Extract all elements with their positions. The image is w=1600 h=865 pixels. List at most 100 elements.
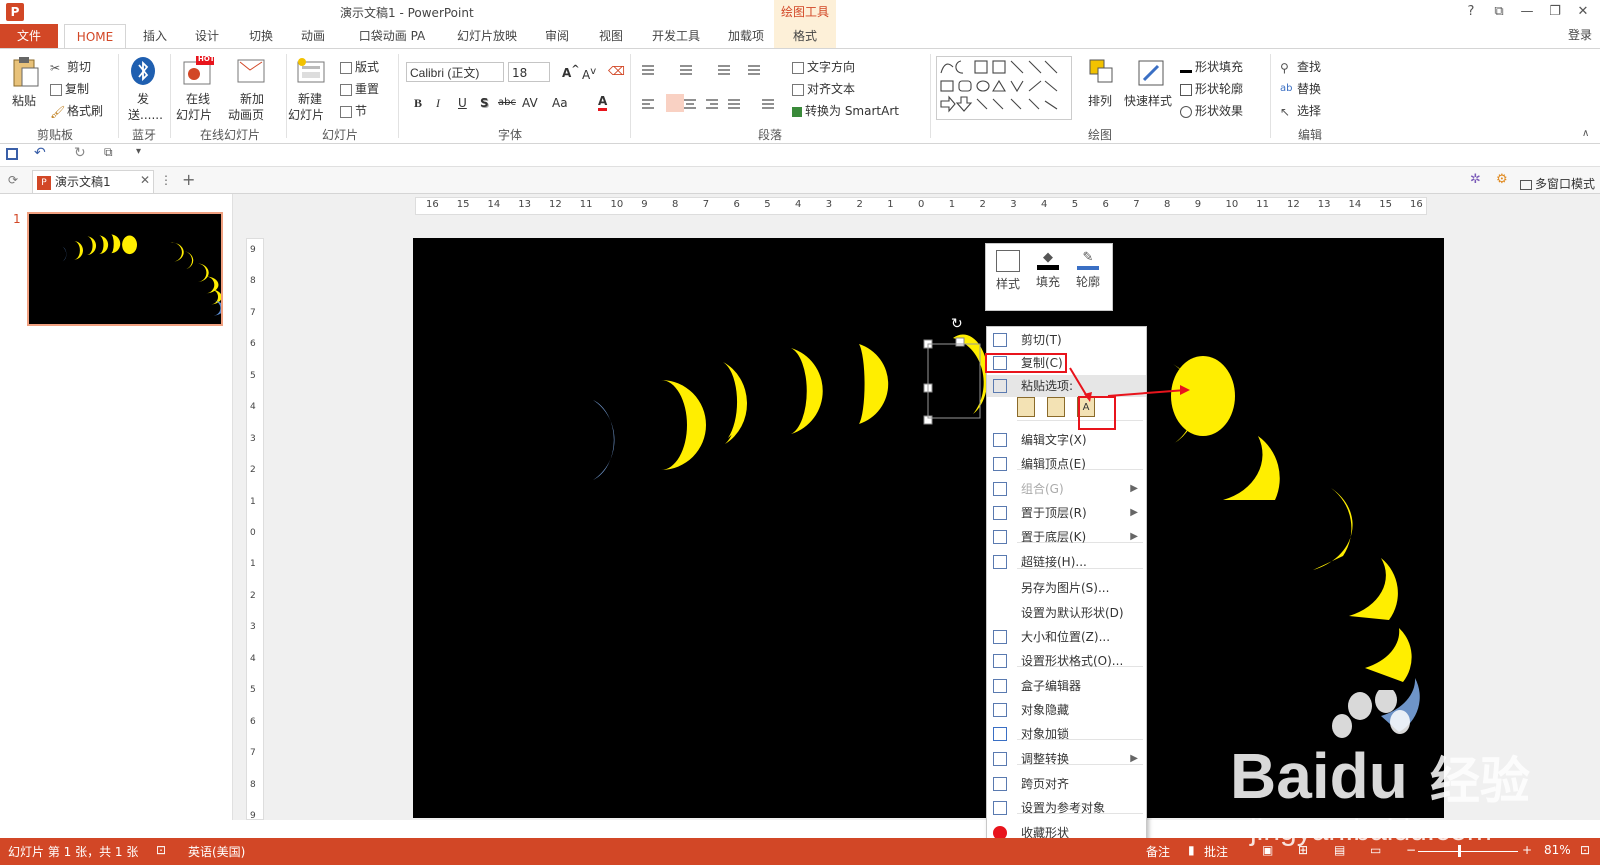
menu-item-11[interactable]: 大小和位置(Z)... xyxy=(987,626,1146,648)
zoom-slider[interactable] xyxy=(1418,851,1518,852)
online-slides-label-2[interactable]: 幻灯片 xyxy=(176,106,212,123)
shape-effects-button[interactable]: 形状效果 xyxy=(1180,102,1243,119)
menu-item-10[interactable]: 设置为默认形状(D) xyxy=(987,602,1146,624)
menu-item-17[interactable]: 跨页对齐 xyxy=(987,773,1146,795)
menu-item-8[interactable]: 超链接(H)... xyxy=(987,551,1146,573)
language-status[interactable]: 英语(美国) xyxy=(188,843,245,860)
menu-item-13[interactable]: 盒子编辑器 xyxy=(987,675,1146,697)
section-button[interactable]: 节 xyxy=(340,102,367,119)
redo-icon[interactable]: ↻ xyxy=(74,145,86,161)
ribbon-display-button[interactable]: ⧉ xyxy=(1488,2,1510,22)
tab-review[interactable]: 审阅 xyxy=(540,24,574,48)
online-slides-label[interactable]: 在线 xyxy=(186,90,210,107)
tab-addins[interactable]: 加载项 xyxy=(722,24,770,48)
cut-button[interactable]: ✂ 剪切 xyxy=(50,58,91,75)
tab-menu-icon[interactable]: ⋮ xyxy=(160,173,172,187)
mini-outline-button[interactable]: ✎ 轮廓 xyxy=(1070,250,1106,290)
send-label-1[interactable]: 发 xyxy=(137,90,149,107)
multi-window-mode-button[interactable]: 多窗口模式 xyxy=(1520,175,1595,192)
mini-style-button[interactable]: 样式 xyxy=(990,250,1026,292)
customize-qat-icon[interactable]: ▾ xyxy=(136,146,141,157)
shape-outline-button[interactable]: 形状轮廓 xyxy=(1180,80,1243,97)
select-button[interactable]: ↖ 选择 xyxy=(1280,102,1321,119)
tab-transitions[interactable]: 切换 xyxy=(244,24,278,48)
spellcheck-icon[interactable]: ⊡ xyxy=(156,843,166,857)
menu-item-12[interactable]: 设置形状格式(O)... xyxy=(987,650,1146,672)
tab-developer[interactable]: 开发工具 xyxy=(646,24,706,48)
layout-button[interactable]: 版式 xyxy=(340,58,379,75)
mini-fill-button[interactable]: ◆ 填充 xyxy=(1030,250,1066,290)
document-tab[interactable]: P 演示文稿1 xyxy=(32,170,154,193)
replace-button[interactable]: ab 替换 xyxy=(1280,80,1321,97)
format-painter-button[interactable]: 🖌 格式刷 xyxy=(50,102,103,119)
menu-item-0[interactable]: 剪切(T) xyxy=(987,329,1146,351)
menu-item-14[interactable]: 对象隐藏 xyxy=(987,699,1146,721)
minimize-button[interactable]: — xyxy=(1516,2,1538,22)
shadow-button[interactable]: S xyxy=(480,96,489,110)
tab-pocket-animation[interactable]: 口袋动画 PA xyxy=(354,24,430,48)
collapse-ribbon-icon[interactable]: ∧ xyxy=(1582,128,1589,139)
magic-icon[interactable]: ✲ xyxy=(1470,172,1481,187)
tab-insert[interactable]: 插入 xyxy=(138,24,172,48)
undo-icon[interactable]: ↶ xyxy=(34,145,46,161)
maximize-button[interactable]: ❐ xyxy=(1544,2,1566,22)
menu-item-4[interactable]: 编辑顶点(E) xyxy=(987,453,1146,475)
notes-button[interactable]: 备注 xyxy=(1146,843,1170,860)
shrink-font-button[interactable]: Av xyxy=(582,66,596,82)
bold-button[interactable]: B xyxy=(414,96,422,111)
new-slide-label[interactable]: 新建 xyxy=(298,90,322,107)
strikethrough-button[interactable]: abc xyxy=(498,97,516,108)
menu-item-15[interactable]: 对象加锁 xyxy=(987,723,1146,745)
tab-file[interactable]: 文件 xyxy=(0,24,58,48)
menu-item-16[interactable]: 调整转换 ▶ xyxy=(987,748,1146,770)
change-case-button[interactable]: Aa xyxy=(552,96,568,110)
font-name-select[interactable]: Calibri (正文) xyxy=(406,62,504,82)
new-slide-label-2[interactable]: 幻灯片 xyxy=(288,106,324,123)
arrange-button[interactable]: 排列 xyxy=(1088,92,1112,109)
grow-font-button[interactable]: A^ xyxy=(562,64,580,80)
menu-item-18[interactable]: 设置为参考对象 xyxy=(987,797,1146,819)
text-direction-button[interactable]: 文字方向 xyxy=(792,58,855,75)
tab-animations[interactable]: 动画 xyxy=(296,24,330,48)
new-animation-label-2[interactable]: 动画页 xyxy=(228,106,264,123)
shapes-gallery[interactable] xyxy=(936,56,1072,120)
quick-styles-button[interactable]: 快速样式 xyxy=(1124,92,1172,109)
save-icon[interactable] xyxy=(6,148,18,160)
menu-item-7[interactable]: 置于底层(K) ▶ xyxy=(987,526,1146,548)
comments-button[interactable]: 批注 xyxy=(1204,843,1228,860)
tab-view[interactable]: 视图 xyxy=(594,24,628,48)
close-button[interactable]: ✕ xyxy=(1572,2,1594,22)
gear-icon[interactable]: ⚙ xyxy=(1496,172,1508,187)
paste-button[interactable]: 粘贴 xyxy=(12,92,36,109)
font-size-select[interactable]: 18 xyxy=(508,62,550,82)
underline-button[interactable]: U xyxy=(458,96,467,110)
menu-item-6[interactable]: 置于顶层(R) ▶ xyxy=(987,502,1146,524)
presentation-icon[interactable]: ⧉ xyxy=(104,145,113,160)
shape-fill-button[interactable]: 形状填充 xyxy=(1180,58,1243,75)
italic-button[interactable]: I xyxy=(436,96,440,111)
paragraph-format-icons[interactable] xyxy=(638,60,788,120)
clear-formatting-icon[interactable]: ⌫ xyxy=(608,64,625,78)
reset-button[interactable]: 重置 xyxy=(340,80,379,97)
tab-home[interactable]: HOME xyxy=(64,24,126,48)
slide-thumbnail[interactable] xyxy=(27,212,225,326)
font-color-button[interactable]: A xyxy=(598,94,608,111)
menu-item-9[interactable]: 另存为图片(S)... xyxy=(987,577,1146,599)
char-spacing-button[interactable]: AV xyxy=(522,96,538,110)
smartart-button[interactable]: 转换为 SmartArt xyxy=(792,102,899,119)
tab-format[interactable]: 格式 xyxy=(774,24,836,48)
tab-slideshow[interactable]: 幻灯片放映 xyxy=(452,24,522,48)
close-tab-icon[interactable]: ✕ xyxy=(140,173,150,187)
new-animation-label[interactable]: 新加 xyxy=(240,90,264,107)
comments-icon[interactable]: ▮ xyxy=(1188,843,1195,857)
menu-item-3[interactable]: 编辑文字(X) xyxy=(987,429,1146,451)
find-button[interactable]: ⚲ 查找 xyxy=(1280,58,1321,75)
paste-destination-theme-icon[interactable] xyxy=(1017,397,1035,417)
tab-design[interactable]: 设计 xyxy=(190,24,224,48)
help-button[interactable]: ? xyxy=(1460,2,1482,22)
send-label-2[interactable]: 送...... xyxy=(128,106,163,123)
new-tab-icon[interactable]: + xyxy=(182,170,195,189)
menu-item-5[interactable]: 组合(G) ▶ xyxy=(987,478,1146,500)
tab-list-icon[interactable]: ⟳ xyxy=(8,173,18,187)
align-text-button[interactable]: 对齐文本 xyxy=(792,80,855,97)
